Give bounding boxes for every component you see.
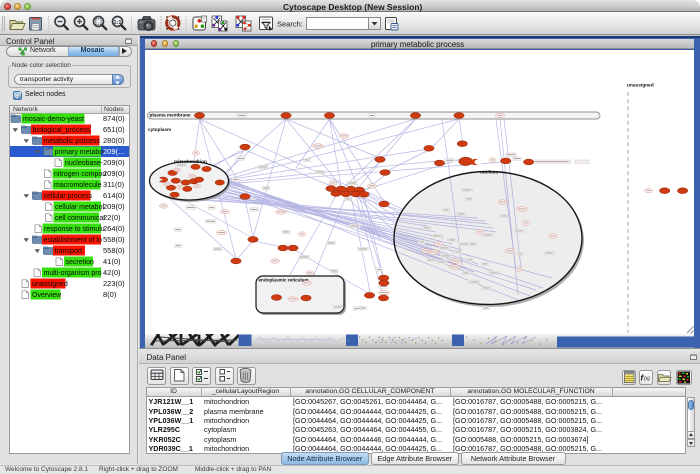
- svg-text:22(0): 22(0): [103, 213, 121, 222]
- svg-text:cellular metabol: cellular metabol: [55, 204, 104, 211]
- svg-text:41(0): 41(0): [103, 257, 121, 266]
- svg-text:cellular process: cellular process: [44, 193, 93, 200]
- svg-text:unassigned: unassigned: [627, 83, 654, 89]
- svg-text:transport: transport: [55, 248, 83, 255]
- svg-text:264(0): 264(0): [103, 224, 125, 233]
- svg-text:558(0): 558(0): [103, 246, 125, 255]
- svg-text:nitrogen compou: nitrogen compou: [54, 171, 106, 178]
- svg-text:establishment of lo: establishment of lo: [44, 237, 102, 244]
- svg-text:42(0): 42(0): [103, 268, 121, 277]
- svg-text:8(0): 8(0): [103, 290, 117, 299]
- svg-text:614(0): 614(0): [103, 191, 125, 200]
- svg-text:secretion: secretion: [66, 259, 95, 266]
- svg-text:nucleobase-: nucleobase-: [65, 160, 104, 167]
- svg-text:response to stimulu: response to stimulu: [44, 226, 105, 233]
- svg-text:209(0): 209(0): [103, 202, 125, 211]
- svg-text:nucleus: nucleus: [480, 170, 498, 176]
- svg-text:mosaic-demo-yeast: mosaic-demo-yeast: [23, 116, 84, 123]
- svg-text:(x): (x): [644, 376, 650, 382]
- svg-text:280(0): 280(0): [103, 136, 125, 145]
- svg-text:311(0): 311(0): [103, 180, 125, 189]
- svg-text:macromolecule: macromolecule: [54, 182, 102, 189]
- svg-text:unassigned: unassigned: [32, 281, 68, 288]
- svg-text:primary metabol: primary metabol: [55, 149, 106, 156]
- svg-text:cell communicat: cell communicat: [55, 215, 105, 222]
- svg-text:metabolic process: metabolic process: [44, 138, 101, 145]
- svg-text:558(0): 558(0): [103, 235, 125, 244]
- svg-text:209(0): 209(0): [103, 158, 125, 167]
- svg-text:874(0): 874(0): [103, 114, 125, 123]
- svg-text:biological_process: biological_process: [33, 127, 91, 134]
- svg-text:multi-organism pro: multi-organism pro: [44, 270, 102, 277]
- svg-text:Overview: Overview: [32, 292, 62, 299]
- svg-text:209(0): 209(0): [103, 169, 125, 178]
- svg-text:223(0): 223(0): [103, 279, 125, 288]
- svg-text:209(...: 209(...: [103, 147, 124, 156]
- svg-text:plasma membrane: plasma membrane: [150, 113, 192, 118]
- svg-text:cytoplasm: cytoplasm: [148, 127, 171, 132]
- svg-text:mitochondrion: mitochondrion: [174, 159, 207, 164]
- svg-text:endoplasmic reticulum: endoplasmic reticulum: [259, 278, 309, 283]
- svg-text:651(0): 651(0): [103, 125, 125, 134]
